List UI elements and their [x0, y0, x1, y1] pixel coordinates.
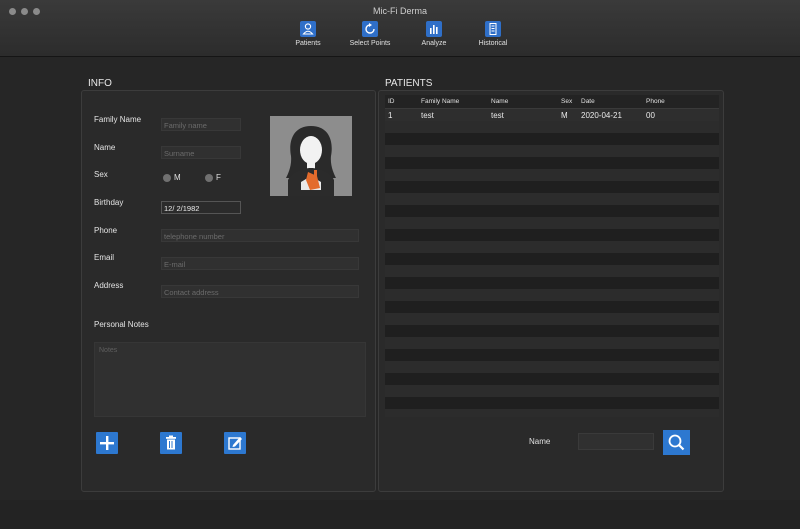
- empty-row: [385, 145, 719, 157]
- empty-row: [385, 193, 719, 205]
- search-name-input[interactable]: [578, 433, 654, 450]
- empty-row: [385, 253, 719, 265]
- sex-label: Sex: [94, 170, 108, 179]
- empty-row: [385, 181, 719, 193]
- toolbar-analyze-button[interactable]: Analyze: [403, 21, 465, 47]
- title-bar: Mic-Fi Derma Patients Select Points Anal…: [0, 0, 800, 57]
- column-header-sex[interactable]: Sex: [561, 98, 572, 105]
- column-header-phone[interactable]: Phone: [646, 98, 665, 105]
- patient-photo[interactable]: [270, 116, 352, 196]
- document-icon: [485, 21, 501, 37]
- empty-row: [385, 157, 719, 169]
- empty-row: [385, 241, 719, 253]
- bottom-bar: [0, 500, 800, 529]
- empty-row: [385, 205, 719, 217]
- toolbar-historical-button[interactable]: Historical: [462, 21, 524, 47]
- empty-row: [385, 385, 719, 397]
- trash-icon: [166, 435, 176, 450]
- column-header-family-name[interactable]: Family Name: [421, 98, 459, 105]
- toolbar-patients-button[interactable]: Patients: [277, 21, 339, 47]
- sex-radio-f-label: F: [216, 173, 221, 182]
- delete-patient-button[interactable]: [160, 432, 182, 454]
- empty-row: [385, 133, 719, 145]
- patients-heading: PATIENTS: [385, 78, 433, 89]
- empty-row: [385, 169, 719, 181]
- column-header-date[interactable]: Date: [581, 98, 595, 105]
- personal-notes-label: Personal Notes: [94, 320, 149, 329]
- table-header: ID Family Name Name Sex Date Phone: [385, 95, 719, 109]
- name-label: Name: [94, 143, 116, 152]
- refresh-icon: [362, 21, 378, 37]
- info-heading: INFO: [88, 78, 112, 89]
- empty-row: [385, 349, 719, 361]
- sex-radio-m-label: M: [174, 173, 181, 182]
- phone-field[interactable]: telephone number: [161, 229, 359, 242]
- avatar-icon: [270, 116, 352, 196]
- empty-row: [385, 121, 719, 133]
- empty-row: [385, 229, 719, 241]
- cell-phone: 00: [646, 111, 655, 120]
- empty-row: [385, 301, 719, 313]
- address-label: Address: [94, 281, 124, 290]
- bar-chart-icon: [426, 21, 442, 37]
- address-field[interactable]: Contact address: [161, 285, 359, 298]
- add-patient-button[interactable]: [96, 432, 118, 454]
- cell-id: 1: [388, 111, 393, 120]
- email-field[interactable]: E-mail: [161, 257, 359, 270]
- edit-icon: [228, 437, 242, 450]
- phone-label: Phone: [94, 226, 118, 235]
- search-button[interactable]: [663, 430, 690, 455]
- toolbar-patients-label: Patients: [295, 40, 321, 47]
- cell-sex: M: [561, 111, 568, 120]
- toolbar-analyze-label: Analyze: [421, 40, 447, 47]
- cell-family-name: test: [421, 111, 434, 120]
- app-window: Mic-Fi Derma Patients Select Points Anal…: [0, 0, 800, 529]
- toolbar-select-points-button[interactable]: Select Points: [339, 21, 401, 47]
- name-field[interactable]: Surname: [161, 146, 241, 159]
- radio-circle-icon: [205, 173, 213, 182]
- empty-row: [385, 289, 719, 301]
- toolbar-historical-label: Historical: [478, 40, 508, 47]
- empty-row: [385, 217, 719, 229]
- family-name-field[interactable]: Family name: [161, 118, 241, 131]
- column-header-name[interactable]: Name: [491, 98, 508, 105]
- column-header-id[interactable]: ID: [388, 98, 395, 105]
- email-label: Email: [94, 253, 115, 262]
- add-icon: [100, 436, 114, 450]
- empty-row: [385, 277, 719, 289]
- notes-textarea[interactable]: Notes: [94, 342, 366, 417]
- empty-row: [385, 373, 719, 385]
- person-icon: [300, 21, 316, 37]
- cell-date: 2020-04-21: [581, 111, 622, 120]
- sex-radio-m[interactable]: M: [163, 173, 181, 182]
- birthday-date-picker[interactable]: 12/ 2/1982: [161, 201, 241, 214]
- empty-row: [385, 397, 719, 409]
- empty-row: [385, 265, 719, 277]
- cell-name: test: [491, 111, 504, 120]
- sex-radio-f[interactable]: F: [205, 173, 221, 182]
- table-row[interactable]: 1 test test M 2020-04-21 00: [385, 109, 719, 121]
- birthday-label: Birthday: [94, 198, 124, 207]
- empty-row: [385, 361, 719, 373]
- family-name-label: Family Name: [94, 115, 142, 124]
- empty-row: [385, 409, 719, 417]
- search-name-label: Name: [529, 437, 551, 446]
- patients-table[interactable]: ID Family Name Name Sex Date Phone 1 tes…: [385, 95, 719, 417]
- window-title: Mic-Fi Derma: [373, 6, 427, 16]
- edit-patient-button[interactable]: [224, 432, 246, 454]
- empty-row: [385, 313, 719, 325]
- empty-row: [385, 325, 719, 337]
- search-icon: [668, 434, 685, 451]
- toolbar-select-points-label: Select Points: [349, 40, 391, 47]
- empty-row: [385, 337, 719, 349]
- radio-circle-icon: [163, 173, 171, 182]
